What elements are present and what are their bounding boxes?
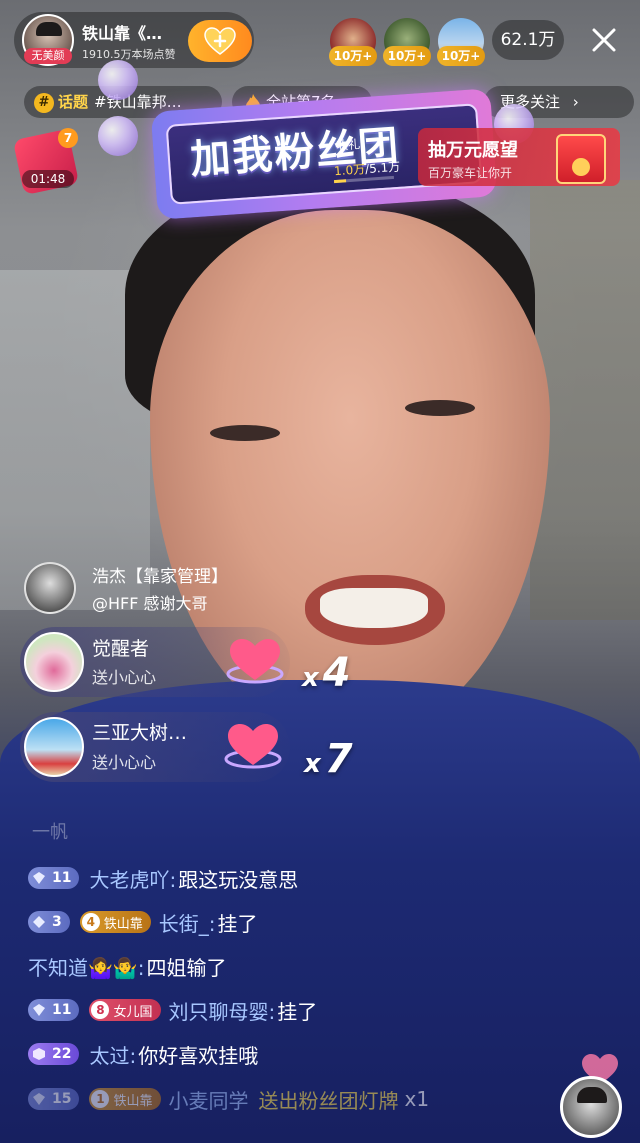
follow-button[interactable] <box>188 20 252 62</box>
heart-plus-icon <box>204 27 236 55</box>
hashtag-icon: # <box>34 92 54 113</box>
user-level-badge: 11 <box>28 867 80 889</box>
chat-text: 挂了 <box>277 999 318 1024</box>
my-avatar[interactable] <box>560 1076 622 1138</box>
gift-received-label: 收礼 <box>335 137 361 153</box>
gift-user-name: 觉醒者 <box>92 638 150 660</box>
chat-message[interactable]: 22 太过: 你好喜欢挂哦 <box>28 1034 258 1074</box>
chat-username[interactable]: 刘只聊母婴: <box>169 996 276 1025</box>
gift-box-badge: 7 <box>58 128 78 148</box>
gift-progress-current: 1.0万 <box>333 162 366 179</box>
chat-suffix: x1 <box>404 1087 430 1111</box>
beauty-tag: 无美颜 <box>24 48 72 64</box>
chat-username[interactable]: 大老虎吖: <box>89 864 176 893</box>
host-likes: 1910.5万本场点赞 <box>82 48 176 61</box>
gift-combo-count: x7 <box>304 736 353 782</box>
user-level-badge: 15 <box>28 1088 80 1110</box>
online-count[interactable]: 62.1万 <box>492 20 564 60</box>
chat-username[interactable]: 长街_: <box>159 908 216 937</box>
streamer-teeth <box>320 588 428 628</box>
host-name[interactable]: 铁山靠《… <box>82 20 182 44</box>
gift-combo-count: x4 <box>302 650 351 696</box>
small-heart-gift-icon <box>224 724 282 769</box>
chat-message[interactable]: 3 4 铁山靠 长街_: 挂了 <box>28 902 258 942</box>
gift-action: 送小心心 <box>92 753 157 772</box>
chevron-right-icon: › <box>572 93 579 111</box>
chat-message[interactable]: 不知道🤷‍♀️🤷‍♂️: 四姐输了 <box>28 946 227 986</box>
gift-box-timer: 01:48 <box>22 170 74 188</box>
greeting-message: @HFF 感谢大哥 <box>92 594 208 613</box>
chat-message[interactable]: 11 8 女儿国 刘只聊母婴: 挂了 <box>28 990 317 1030</box>
gem-icon <box>33 1048 45 1060</box>
gift-user-name: 三亚大树… <box>92 722 188 744</box>
chat-text: 跟这玩没意思 <box>178 867 299 892</box>
gem-icon <box>33 872 45 884</box>
faded-comment: 一帆 <box>32 822 68 843</box>
disco-ball-icon <box>98 60 138 100</box>
greeting-name: 浩杰【靠家管理】 <box>92 567 228 587</box>
fan-club-badge: 1 铁山靠 <box>89 1088 161 1110</box>
viewer-badge-2: 10万+ <box>383 46 431 66</box>
user-level-badge: 3 <box>28 911 70 933</box>
chat-text: 挂了 <box>217 911 258 936</box>
streamer-eye-left <box>210 425 280 441</box>
user-level-badge: 22 <box>28 1043 80 1065</box>
gem-icon <box>33 916 45 928</box>
chat-message[interactable]: 11 大老虎吖: 跟这玩没意思 <box>28 858 298 898</box>
chat-text: 你好喜欢挂哦 <box>138 1043 259 1068</box>
fan-club-badge: 4 铁山靠 <box>79 911 151 933</box>
greeting-avatar[interactable] <box>24 562 76 614</box>
fan-club-badge: 8 女儿国 <box>89 999 161 1021</box>
wish-subtitle: 百万豪车让你开 <box>428 166 513 180</box>
disco-ball-icon <box>98 116 138 156</box>
viewer-badge-1: 10万+ <box>329 46 377 66</box>
chat-text: 送出粉丝团灯牌 <box>258 1088 399 1113</box>
gem-icon <box>33 1093 45 1105</box>
wish-title[interactable]: 抽万元愿望 <box>428 136 518 162</box>
chat-username[interactable]: 太过: <box>89 1040 136 1069</box>
chat-text: 四姐输了 <box>146 955 227 980</box>
gift-user-avatar[interactable] <box>24 632 84 692</box>
gift-progress-total: /5.1万 <box>364 159 401 177</box>
chat-username[interactable]: 小麦同学 <box>169 1085 249 1114</box>
gift-user-avatar[interactable] <box>24 717 84 777</box>
close-icon[interactable] <box>590 26 618 54</box>
gem-icon <box>33 1004 45 1016</box>
streamer-eye-right <box>405 400 475 416</box>
gift-action: 送小心心 <box>92 668 157 687</box>
user-level-badge: 11 <box>28 999 80 1021</box>
chat-message[interactable]: 15 1 铁山靠 小麦同学 送出粉丝团灯牌 x1 <box>28 1079 429 1119</box>
small-heart-gift-icon <box>226 639 284 684</box>
viewer-badge-3: 10万+ <box>437 46 485 66</box>
topic-keyword: 话题 <box>58 93 89 111</box>
red-envelope-icon[interactable] <box>556 134 606 184</box>
chat-username[interactable]: 不知道🤷‍♀️🤷‍♂️: <box>28 952 145 981</box>
